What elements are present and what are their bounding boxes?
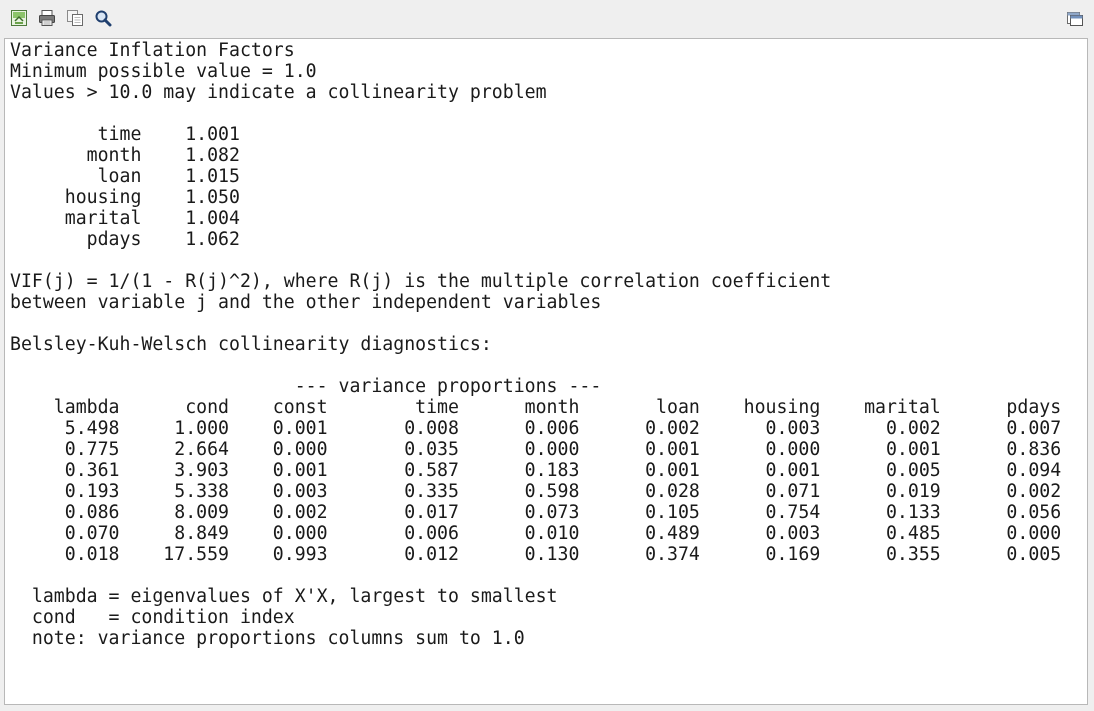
output-line: note: variance proportions columns sum t… (10, 628, 525, 649)
output-line: month 1.082 (10, 145, 240, 166)
output-line: loan 1.015 (10, 166, 240, 187)
search-icon[interactable] (94, 9, 112, 27)
output-line: 0.086 8.009 0.002 0.017 0.073 0.105 0.75… (10, 502, 1062, 523)
output-line: cond = condition index (10, 607, 295, 628)
output-line: VIF(j) = 1/(1 - R(j)^2), where R(j) is t… (10, 271, 832, 292)
output-line: 0.070 8.849 0.000 0.006 0.010 0.489 0.00… (10, 523, 1062, 544)
output-line: 0.193 5.338 0.003 0.335 0.598 0.028 0.07… (10, 481, 1062, 502)
output-line: 0.775 2.664 0.000 0.035 0.000 0.001 0.00… (10, 439, 1062, 460)
output-line: --- variance proportions --- (10, 376, 602, 397)
output-line: Minimum possible value = 1.0 (10, 61, 317, 82)
output-line: between variable j and the other indepen… (10, 292, 602, 313)
window-restore-icon[interactable] (1066, 9, 1084, 27)
output-line: time 1.001 (10, 124, 240, 145)
save-icon[interactable] (10, 9, 28, 27)
output-text: Variance Inflation Factors Minimum possib… (5, 39, 1087, 649)
output-line: 5.498 1.000 0.001 0.008 0.006 0.002 0.00… (10, 418, 1062, 439)
output-line: 0.361 3.903 0.001 0.587 0.183 0.001 0.00… (10, 460, 1062, 481)
output-line: lambda = eigenvalues of X'X, largest to … (10, 586, 558, 607)
output-line: marital 1.004 (10, 208, 240, 229)
output-line: housing 1.050 (10, 187, 240, 208)
output-line: lambda cond const time month loan housin… (10, 397, 1062, 418)
copy-icon[interactable] (66, 9, 84, 27)
output-line: 0.018 17.559 0.993 0.012 0.130 0.374 0.1… (10, 544, 1062, 565)
toolbar (0, 0, 1094, 38)
output-line: Values > 10.0 may indicate a collinearit… (10, 82, 547, 103)
output-line: Variance Inflation Factors (10, 40, 295, 61)
output-line: pdays 1.062 (10, 229, 240, 250)
output-text-area[interactable]: Variance Inflation Factors Minimum possib… (4, 38, 1088, 705)
print-icon[interactable] (38, 9, 56, 27)
output-line: Belsley-Kuh-Welsch collinearity diagnost… (10, 334, 492, 355)
